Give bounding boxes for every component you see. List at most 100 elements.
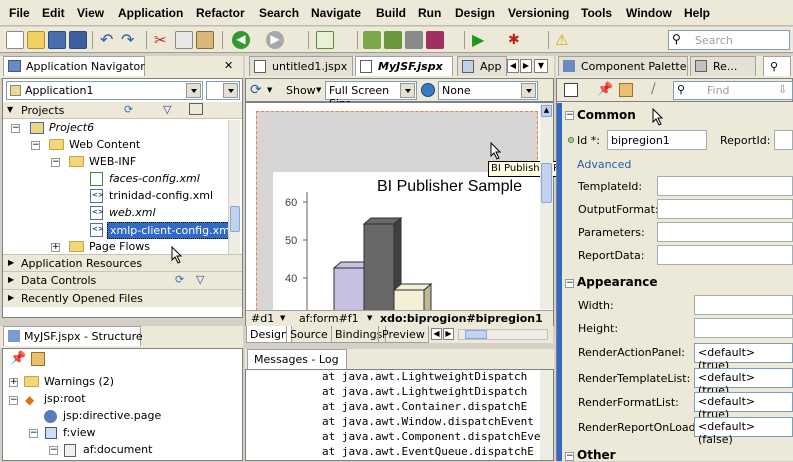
filter-icon[interactable]: ▽	[163, 103, 171, 116]
edit-icon[interactable]	[31, 352, 45, 366]
sync-icon[interactable]: ⟳	[124, 103, 133, 116]
id-input[interactable]: bipregion1	[607, 130, 707, 150]
templateid-input[interactable]	[657, 176, 793, 196]
projects-header[interactable]: ▼ Projects ⟳ ▽	[3, 102, 242, 119]
tab-property-inspector[interactable]: ⚲	[763, 56, 791, 76]
back-icon[interactable]: ◀	[232, 31, 250, 49]
tab-myjsf[interactable]: MyJSF.jspx	[355, 56, 453, 76]
filter-icon[interactable]: ▽	[196, 273, 204, 286]
open-icon[interactable]	[27, 31, 45, 49]
section-toggle[interactable]: −	[565, 111, 574, 120]
parameters-input[interactable]	[657, 222, 793, 242]
tab-preview[interactable]: Preview	[378, 326, 429, 343]
tab-resources[interactable]: Re...	[690, 56, 756, 76]
renderactionpanel-select[interactable]: <default> (true)	[694, 343, 793, 372]
options-icon[interactable]	[189, 103, 203, 115]
screen-size-select[interactable]: Full Screen Size	[325, 81, 417, 110]
nav-scrollbar[interactable]	[228, 120, 240, 254]
breadcrumb-dropdown-icon[interactable]: ▼	[367, 314, 372, 322]
renderformatlist-select[interactable]: <default> (true)	[694, 392, 793, 421]
collapse-icon[interactable]: ▼	[7, 105, 13, 114]
tree-expander[interactable]: −	[29, 429, 38, 438]
tree-item-project6[interactable]: Project6	[49, 121, 94, 134]
breadcrumb-d1[interactable]: #d1	[251, 312, 274, 325]
tree-item-page-flows[interactable]: Page Flows	[89, 240, 150, 253]
skin-select[interactable]: None	[438, 81, 538, 100]
tab-structure[interactable]: MyJSF.jspx - Structure	[3, 326, 143, 346]
tab-untitled1[interactable]: untitled1.jspx	[249, 56, 353, 76]
section-recently-opened[interactable]: ▶ Recently Opened Files	[3, 289, 242, 307]
application-select[interactable]: Application1	[6, 81, 203, 100]
menu-navigate[interactable]: Navigate	[311, 6, 361, 20]
tab-component-palette[interactable]: Component Palette	[558, 56, 688, 76]
find-next-icon[interactable]: ⇩	[778, 83, 787, 96]
show-menu[interactable]: Show	[286, 84, 316, 97]
menu-application[interactable]: Application	[118, 6, 183, 20]
menu-view[interactable]: View	[77, 6, 104, 20]
tree-item-xmlp-client-config[interactable]: xmlp-client-config.xml	[107, 222, 236, 239]
profile-icon[interactable]	[426, 31, 444, 49]
run-icon[interactable]: ▶	[472, 31, 490, 49]
deploy-icon[interactable]	[405, 31, 423, 49]
cut-icon[interactable]: ✂	[154, 31, 172, 49]
tree-item-web-xml[interactable]: web.xml	[109, 206, 156, 219]
menu-search[interactable]: Search	[259, 6, 299, 20]
save-icon[interactable]	[48, 31, 66, 49]
search-field[interactable]: ⚲ Search	[668, 30, 790, 50]
pin-icon[interactable]: 📌	[10, 351, 26, 366]
outputformat-input[interactable]	[657, 199, 793, 219]
menu-edit[interactable]: Edit	[42, 6, 65, 20]
tree-item-trinidad-config[interactable]: trinidad-config.xml	[109, 189, 213, 202]
tab-application-navigator[interactable]: Application Navigator	[3, 56, 145, 76]
reportid-input[interactable]	[774, 130, 793, 150]
edit-icon[interactable]	[619, 83, 633, 97]
width-input[interactable]	[694, 295, 793, 315]
menu-build[interactable]: Build	[376, 6, 406, 20]
tab-messages-log[interactable]: Messages - Log	[247, 349, 347, 369]
menu-file[interactable]: File	[9, 6, 30, 20]
structure-icon[interactable]	[316, 31, 334, 49]
tree-item-web-inf[interactable]: WEB-INF	[89, 155, 136, 168]
app-menu-select[interactable]	[206, 81, 240, 100]
refresh-icon[interactable]: ⟳	[250, 82, 262, 98]
tab-list-icon[interactable]: ▼	[534, 59, 548, 73]
tree-expander[interactable]: +	[51, 243, 60, 252]
breadcrumb-bipregion[interactable]: xdo:biprogion#bipregion1	[380, 312, 543, 325]
menu-versioning[interactable]: Versioning	[508, 6, 569, 20]
tab-scroll-left-icon[interactable]: ◀	[507, 59, 519, 73]
section-data-controls[interactable]: ▶ Data Controls ⟳ ▽	[3, 271, 242, 289]
tree-item-web-content[interactable]: Web Content	[69, 138, 140, 151]
show-dropdown-icon[interactable]: ▼	[316, 86, 321, 94]
tree-item-f-view[interactable]: f:view	[63, 426, 96, 439]
tab-app[interactable]: App	[457, 56, 507, 76]
forward-icon[interactable]: ▶	[266, 31, 284, 49]
section-toggle[interactable]: −	[565, 452, 574, 461]
tree-expander[interactable]: +	[9, 378, 18, 387]
menu-help[interactable]: Help	[684, 6, 710, 20]
tree-expander[interactable]: −	[49, 446, 58, 455]
tree-item-jsp-root[interactable]: jsp:root	[44, 392, 86, 405]
menu-design[interactable]: Design	[455, 6, 495, 20]
renderreportonload-select[interactable]: <default> (false)	[694, 417, 793, 446]
tree-item-faces-config[interactable]: faces-config.xml	[109, 172, 200, 185]
section-toggle[interactable]: −	[565, 279, 574, 288]
select-icon[interactable]	[564, 83, 578, 97]
reportdata-input[interactable]	[657, 245, 793, 265]
menu-window[interactable]: Window	[626, 6, 672, 20]
tree-expander[interactable]: −	[31, 141, 40, 150]
undo-icon[interactable]: ↶	[100, 31, 118, 49]
menu-tools[interactable]: Tools	[581, 6, 612, 20]
redo-icon[interactable]: ↷	[121, 31, 139, 49]
section-application-resources[interactable]: ▶ Application Resources	[3, 254, 242, 271]
warning-icon[interactable]: ⚠	[555, 31, 573, 49]
rebuild-icon[interactable]	[384, 31, 402, 49]
breadcrumb-form[interactable]: af:form#f1	[299, 312, 359, 325]
rendertemplatelist-select[interactable]: <default> (true)	[694, 368, 793, 397]
height-input[interactable]	[694, 318, 793, 338]
make-icon[interactable]	[363, 31, 381, 49]
tree-item-jsp-directive[interactable]: jsp:directive.page	[63, 409, 161, 422]
pin-icon[interactable]: 📌	[597, 82, 613, 97]
pencil-icon[interactable]: /	[651, 81, 656, 97]
tree-expander[interactable]: −	[51, 158, 60, 167]
advanced-link[interactable]: Advanced	[577, 158, 631, 171]
